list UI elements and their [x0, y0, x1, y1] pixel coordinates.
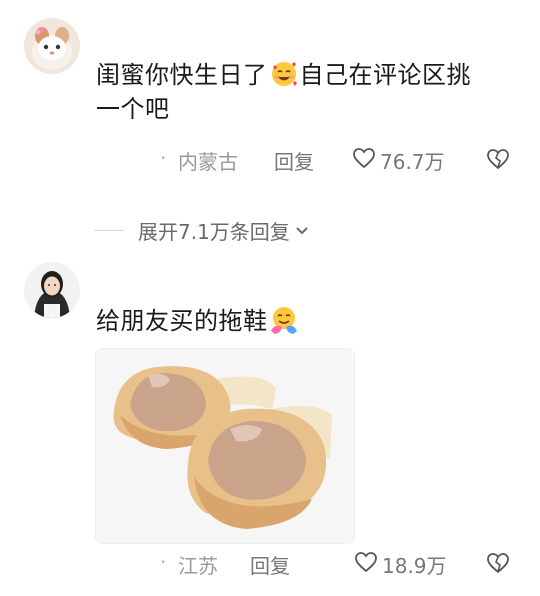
location-label: 江苏 — [178, 554, 218, 578]
comment-text: 给朋友买的拖鞋 — [96, 304, 516, 338]
comment-meta: · 江苏 回复 18.9万 — [0, 550, 540, 580]
broken-heart-icon[interactable] — [486, 148, 510, 175]
broken-heart-icon[interactable] — [486, 552, 510, 579]
like-button[interactable]: 76.7万 — [352, 146, 445, 175]
comment-text-part: 自己在评论区挑 — [299, 61, 471, 89]
slipper-image — [96, 349, 354, 543]
comment-meta: · 内蒙古 回复 76.7万 — [0, 146, 540, 176]
avatar[interactable] — [24, 18, 80, 74]
location-label: 内蒙古 — [178, 150, 238, 174]
smiling-face-with-hearts-icon — [269, 59, 299, 89]
heart-icon — [354, 551, 378, 578]
separator-dot: · — [160, 550, 167, 574]
like-count: 18.9万 — [382, 554, 447, 578]
hugging-face-icon — [269, 305, 299, 335]
divider-line — [94, 229, 124, 231]
comment-text: 闺蜜你快生日了 自己在评论区挑 一个吧 — [96, 58, 516, 126]
reply-button[interactable]: 回复 — [250, 550, 290, 579]
heart-icon — [352, 147, 376, 174]
chevron-down-icon — [294, 218, 310, 242]
avatar[interactable] — [24, 262, 80, 318]
comment-text-part: 给朋友买的拖鞋 — [96, 307, 268, 335]
expand-replies-label: 展开7.1万条回复 — [138, 219, 290, 244]
like-count: 76.7万 — [380, 150, 445, 174]
expand-replies-button[interactable]: 展开7.1万条回复 — [94, 214, 310, 246]
separator-dot: · — [160, 146, 167, 170]
comment-text-part: 闺蜜你快生日了 — [96, 61, 268, 89]
attached-image[interactable] — [95, 348, 355, 544]
reply-button[interactable]: 回复 — [274, 146, 314, 175]
like-button[interactable]: 18.9万 — [354, 550, 447, 579]
comment-text-part: 一个吧 — [96, 95, 170, 123]
